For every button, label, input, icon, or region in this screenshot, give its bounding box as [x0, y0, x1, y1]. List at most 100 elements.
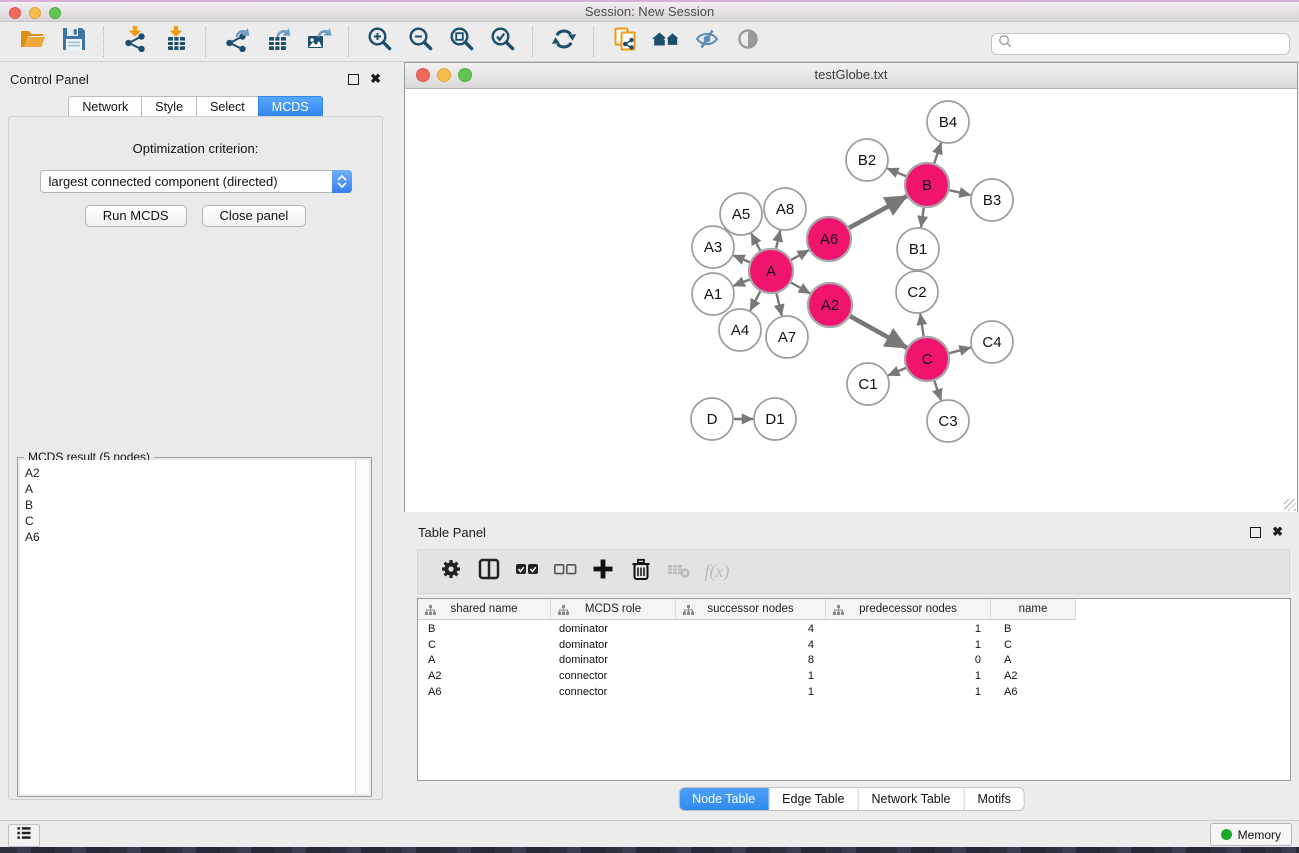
table-cell[interactable]: dominator — [551, 654, 676, 666]
mcds-result-item[interactable]: A — [25, 481, 369, 497]
table-row[interactable]: A2connector11A2 — [418, 668, 1290, 684]
node-A3[interactable]: A3 — [692, 226, 734, 268]
edge-A-A7[interactable] — [776, 293, 781, 315]
edge-A-A1[interactable] — [733, 279, 749, 285]
edge-A-A5[interactable] — [751, 233, 760, 250]
save-session-button[interactable] — [53, 25, 94, 59]
node-A2[interactable]: A2 — [808, 283, 852, 327]
node-C4[interactable]: C4 — [971, 321, 1013, 363]
zoom-fit-button[interactable] — [441, 25, 482, 59]
export-network-button[interactable] — [216, 25, 257, 59]
edge-A-A2[interactable] — [791, 282, 810, 293]
table-cell[interactable]: A6 — [991, 686, 1076, 698]
node-C1[interactable]: C1 — [847, 363, 889, 405]
mcds-result-item[interactable]: A6 — [25, 529, 369, 545]
table-cell[interactable]: dominator — [551, 639, 676, 651]
edge-A-A3[interactable] — [733, 255, 749, 262]
import-table-button[interactable] — [155, 25, 196, 59]
table-cell[interactable]: 0 — [826, 654, 991, 666]
node-D1[interactable]: D1 — [754, 398, 796, 440]
table-cell[interactable]: 1 — [826, 686, 991, 698]
table-cell[interactable]: dominator — [551, 623, 676, 635]
node-A5[interactable]: A5 — [720, 193, 762, 235]
node-table[interactable]: shared nameMCDS rolesuccessor nodesprede… — [417, 598, 1291, 781]
table-cell[interactable]: A — [991, 654, 1076, 666]
column-header-successor-nodes[interactable]: successor nodes — [676, 599, 826, 620]
tab-mcds[interactable]: MCDS — [258, 96, 323, 118]
table-cell[interactable]: connector — [551, 686, 676, 698]
table-settings-gear-button[interactable] — [432, 555, 470, 589]
open-session-button[interactable] — [12, 25, 53, 59]
node-A[interactable]: A — [749, 249, 793, 293]
network-window-titlebar[interactable]: testGlobe.txt — [405, 63, 1297, 89]
home-fit-button[interactable] — [645, 25, 686, 59]
column-header-MCDS-role[interactable]: MCDS role — [551, 599, 676, 620]
edge-A-A6[interactable] — [791, 250, 809, 260]
zoom-window-button[interactable] — [49, 7, 61, 19]
table-cell[interactable]: 4 — [676, 639, 826, 651]
table-cell[interactable]: 1 — [826, 639, 991, 651]
import-network-button[interactable] — [114, 25, 155, 59]
result-scrollbar[interactable] — [355, 460, 369, 794]
zoom-out-button[interactable] — [400, 25, 441, 59]
table-cell[interactable]: A6 — [418, 686, 551, 698]
hide-details-button[interactable] — [686, 25, 727, 59]
edge-C-C4[interactable] — [949, 348, 970, 354]
float-table-panel-icon[interactable] — [1250, 527, 1261, 538]
edge-C-C2[interactable] — [920, 314, 923, 336]
node-C3[interactable]: C3 — [927, 400, 969, 442]
export-image-button[interactable] — [298, 25, 339, 59]
minimize-window-button[interactable] — [29, 7, 41, 19]
search-field[interactable] — [991, 33, 1290, 55]
tab-network[interactable]: Network — [68, 96, 141, 118]
node-C2[interactable]: C2 — [896, 271, 938, 313]
table-cell[interactable]: 1 — [826, 670, 991, 682]
table-cell[interactable]: A2 — [991, 670, 1076, 682]
network-canvas[interactable]: AA1A2A3A4A5A6A7A8BB1B2B3B4CC1C2C3C4DD1 — [405, 89, 1297, 512]
edge-A-A4[interactable] — [750, 291, 760, 310]
table-cell[interactable]: 1 — [826, 623, 991, 635]
table-cell[interactable]: C — [991, 639, 1076, 651]
edge-C-C1[interactable] — [888, 368, 906, 375]
table-cell[interactable]: A2 — [418, 670, 551, 682]
node-B1[interactable]: B1 — [897, 228, 939, 270]
deselect-all-checkboxes-button[interactable] — [546, 555, 584, 589]
table-cell[interactable]: C — [418, 639, 551, 651]
table-cell[interactable]: B — [991, 623, 1076, 635]
criterion-dropdown[interactable]: largest connected component (directed) — [40, 170, 352, 193]
tab-style[interactable]: Style — [141, 96, 196, 118]
tab-network-table[interactable]: Network Table — [858, 788, 964, 810]
show-details-button[interactable] — [727, 25, 768, 59]
node-B4[interactable]: B4 — [927, 101, 969, 143]
table-row[interactable]: Bdominator41B — [418, 621, 1290, 637]
edge-B-B3[interactable] — [949, 190, 970, 195]
table-row[interactable]: A6connector11A6 — [418, 684, 1290, 700]
mcds-result-item[interactable]: A2 — [25, 465, 369, 481]
table-cell[interactable]: 8 — [676, 654, 826, 666]
node-A4[interactable]: A4 — [719, 309, 761, 351]
node-B2[interactable]: B2 — [846, 139, 888, 181]
network-close-button[interactable] — [416, 68, 430, 82]
column-header-shared-name[interactable]: shared name — [418, 599, 551, 620]
memory-button[interactable]: Memory — [1210, 823, 1292, 846]
tab-select[interactable]: Select — [196, 96, 258, 118]
clone-network-button[interactable] — [604, 25, 645, 59]
edge-A6-B[interactable] — [849, 196, 907, 228]
node-A1[interactable]: A1 — [692, 273, 734, 315]
search-input[interactable] — [1013, 35, 1289, 53]
close-table-panel-icon[interactable]: ✖ — [1272, 526, 1283, 538]
tab-motifs[interactable]: Motifs — [963, 788, 1023, 810]
select-all-checkboxes-button[interactable] — [508, 555, 546, 589]
run-mcds-button[interactable]: Run MCDS — [85, 205, 187, 227]
column-header-predecessor-nodes[interactable]: predecessor nodes — [826, 599, 991, 620]
edge-A-A8[interactable] — [776, 230, 780, 248]
node-A7[interactable]: A7 — [766, 316, 808, 358]
edge-B-B2[interactable] — [887, 168, 905, 176]
table-cell[interactable]: 1 — [676, 670, 826, 682]
table-cell[interactable]: 1 — [676, 686, 826, 698]
node-D[interactable]: D — [691, 398, 733, 440]
edge-C-C3[interactable] — [934, 381, 941, 400]
task-history-button[interactable] — [8, 824, 40, 847]
close-panel-button[interactable]: Close panel — [202, 205, 307, 227]
refresh-layout-button[interactable] — [543, 25, 584, 59]
